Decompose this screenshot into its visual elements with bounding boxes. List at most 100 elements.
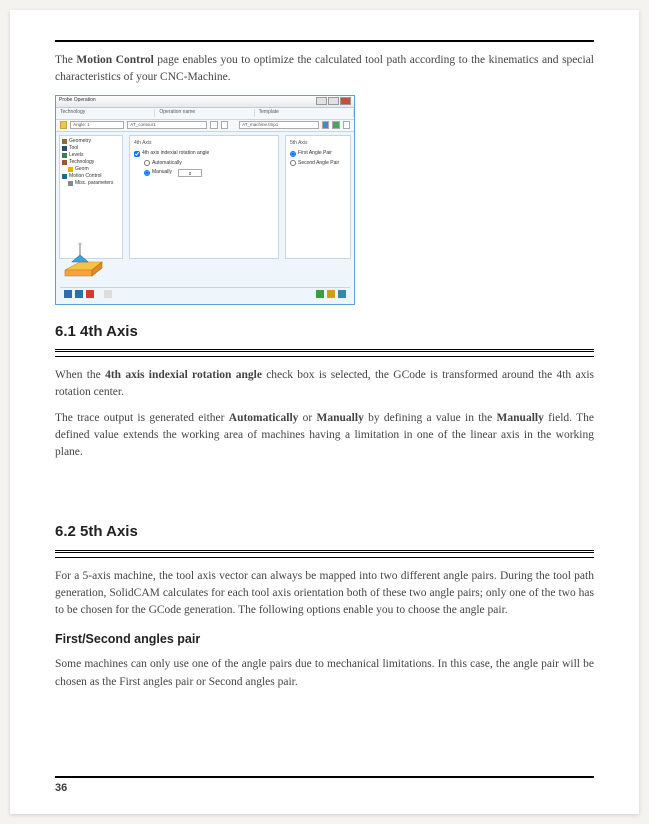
- subheading-first-second: First/Second angles pair: [55, 630, 594, 649]
- s62-paragraph-2: Some machines can only use one of the an…: [55, 656, 594, 691]
- txt-bold: 4th axis indexial rotation angle: [105, 369, 262, 381]
- txt-bold: Manually: [497, 412, 544, 424]
- probe-operation-window: Probe Operation Technology Operation nam…: [55, 95, 355, 305]
- template-toolbtn-1[interactable]: [322, 121, 329, 129]
- txt-bold: Automatically: [229, 412, 299, 424]
- fifth-axis-title: 5th Axis: [290, 140, 346, 148]
- technology-value: Angle: 1: [73, 122, 90, 129]
- txt: When the: [55, 369, 105, 381]
- txt: by defining a value in the: [364, 412, 497, 424]
- model-preview-icon: [62, 242, 108, 282]
- maximize-button[interactable]: [328, 97, 339, 105]
- tree-item-tool[interactable]: Tool: [62, 145, 120, 152]
- cancel-button[interactable]: [86, 290, 94, 298]
- tree-label: Geom: [75, 166, 89, 173]
- indexial-checkbox-row: 4th axis indexial rotation angle: [134, 150, 274, 158]
- tool-icon: [62, 146, 67, 151]
- heading-6-2: 6.2 5th Axis: [55, 521, 594, 544]
- close-button[interactable]: [340, 97, 351, 105]
- intro-paragraph: The Motion Control page enables you to o…: [55, 52, 594, 87]
- label-technology: Technology: [56, 109, 155, 117]
- tree-label: Motion Control: [69, 173, 102, 180]
- txt: or: [298, 412, 316, 424]
- technology-tree-icon: [62, 160, 67, 165]
- motion-control-icon: [62, 174, 67, 179]
- tree-label: Misc. parameters: [75, 180, 113, 187]
- manual-radio[interactable]: [144, 170, 150, 176]
- second-pair-label: Second Angle Pair: [298, 160, 339, 168]
- s61-paragraph-1: When the 4th axis indexial rotation angl…: [55, 367, 594, 402]
- fifth-axis-panel: 5th Axis First Angle Pair Second Angle P…: [285, 135, 351, 259]
- second-pair-radio[interactable]: [290, 160, 296, 166]
- fourth-axis-panel: 4th Axis 4th axis indexial rotation angl…: [129, 135, 279, 259]
- txt: The trace output is generated either: [55, 412, 229, 424]
- minimize-button[interactable]: [316, 97, 327, 105]
- tree-label: Levels: [69, 152, 83, 159]
- operation-toolbtn-1[interactable]: [210, 121, 217, 129]
- tree-item-technology[interactable]: Technology: [62, 159, 120, 166]
- bottom-toolbar: [60, 287, 350, 301]
- second-pair-row: Second Angle Pair: [290, 160, 346, 168]
- operation-toolbtn-2[interactable]: [221, 121, 228, 129]
- titlebar: Probe Operation: [56, 96, 354, 108]
- s62-paragraph-1: For a 5-axis machine, the tool axis vect…: [55, 568, 594, 620]
- footer-rule: [55, 776, 594, 778]
- technology-combo[interactable]: Angle: 1: [70, 121, 124, 129]
- tree-item-levels[interactable]: Levels: [62, 152, 120, 159]
- save-button[interactable]: [64, 290, 72, 298]
- h61-rule: [55, 349, 594, 352]
- geometry-icon: [62, 139, 67, 144]
- fourth-axis-title: 4th Axis: [134, 140, 274, 148]
- first-pair-radio[interactable]: [290, 151, 296, 157]
- tree-item-geom[interactable]: Geom: [62, 166, 120, 173]
- label-template: Template: [255, 109, 354, 117]
- intro-motion-control: Motion Control: [76, 54, 153, 66]
- manual-value-field[interactable]: 0: [178, 169, 202, 177]
- template-toolbtn-3[interactable]: [343, 121, 350, 129]
- levels-icon: [62, 153, 67, 158]
- save-exit-button[interactable]: [75, 290, 83, 298]
- top-rule: [55, 40, 594, 42]
- indexial-label: 4th axis indexial rotation angle: [142, 150, 209, 158]
- tree-item-motion-control[interactable]: Motion Control: [62, 173, 120, 180]
- operation-combo[interactable]: AT_contour1: [127, 121, 207, 129]
- gcode-button[interactable]: [338, 290, 346, 298]
- simulate-button[interactable]: [327, 290, 335, 298]
- manual-value: 0: [189, 171, 192, 176]
- template-toolbtn-2[interactable]: [332, 121, 339, 129]
- manual-radio-row: Manually 0: [144, 169, 274, 177]
- template-value: AT_machine.tmp1: [242, 122, 278, 129]
- technology-icon: [60, 121, 67, 129]
- tree-pane: Geometry Tool Levels Technology Geom Mot…: [59, 135, 123, 259]
- h61-rule-thin: [55, 356, 594, 357]
- h62-rule-thin: [55, 557, 594, 558]
- header-labels: Technology Operation name Template: [56, 108, 354, 120]
- window-title: Probe Operation: [59, 97, 96, 105]
- tree-item-misc-params[interactable]: Misc. parameters: [62, 180, 120, 187]
- tree-label: Geometry: [69, 138, 91, 145]
- params-icon: [68, 181, 73, 186]
- label-operation-name: Operation name: [155, 109, 254, 117]
- geom-icon: [68, 167, 73, 172]
- first-pair-label: First Angle Pair: [298, 150, 332, 158]
- tree-item-geometry[interactable]: Geometry: [62, 138, 120, 145]
- txt-bold: Manually: [317, 412, 364, 424]
- heading-6-1: 6.1 4th Axis: [55, 321, 594, 344]
- manual-label: Manually: [152, 169, 172, 177]
- auto-radio[interactable]: [144, 160, 150, 166]
- h62-rule: [55, 550, 594, 553]
- tree-label: Tool: [69, 145, 78, 152]
- intro-prefix: The: [55, 54, 76, 66]
- s61-paragraph-2: The trace output is generated either Aut…: [55, 410, 594, 462]
- first-pair-row: First Angle Pair: [290, 150, 346, 158]
- combo-row: Angle: 1 AT_contour1 AT_machine.tmp1: [56, 120, 354, 132]
- auto-radio-row: Automatically: [144, 160, 274, 168]
- tree-label: Technology: [69, 159, 94, 166]
- calculate-button[interactable]: [316, 290, 324, 298]
- page-number: 36: [55, 780, 67, 797]
- template-combo[interactable]: AT_machine.tmp1: [239, 121, 319, 129]
- indexial-checkbox[interactable]: [134, 151, 140, 157]
- window-controls: [316, 97, 351, 105]
- options-button[interactable]: [104, 290, 112, 298]
- operation-value: AT_contour1: [130, 122, 155, 129]
